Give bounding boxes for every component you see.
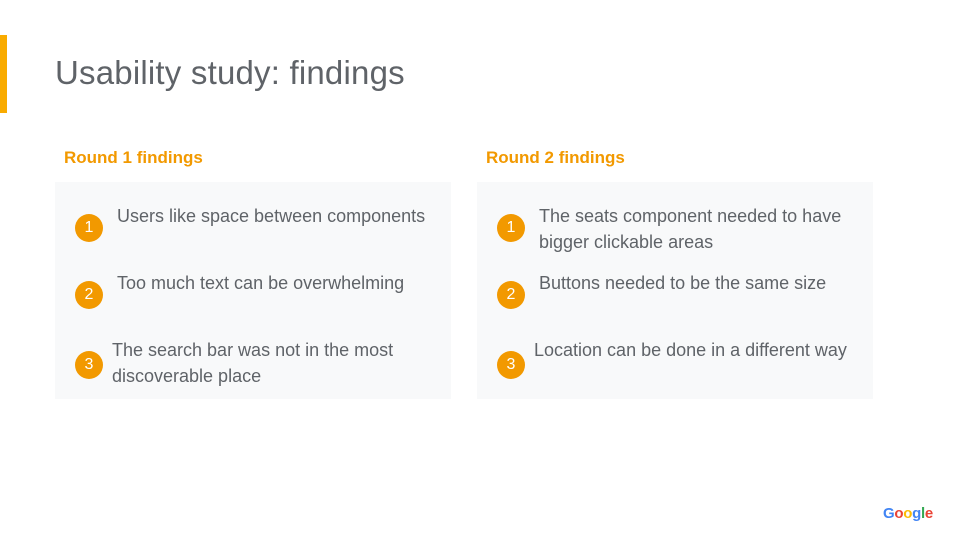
number-badge: 1 (497, 214, 525, 242)
number-badge: 3 (75, 351, 103, 379)
finding-text: The search bar was not in the most disco… (112, 340, 394, 386)
round-1-panel: 1 Users like space between components 2 … (55, 182, 451, 399)
logo-letter: g (912, 505, 921, 522)
finding-text: The seats component needed to have bigge… (539, 206, 842, 252)
logo-letter: o (903, 505, 913, 522)
round-2-column: Round 2 findings 1 The seats component n… (477, 148, 873, 399)
logo-letter: o (894, 505, 904, 522)
round-2-panel: 1 The seats component needed to have big… (477, 182, 873, 399)
number-badge: 3 (497, 351, 525, 379)
logo-letter: G (883, 505, 895, 522)
finding-text: Users like space between components (117, 206, 426, 226)
logo-letter: e (924, 505, 933, 522)
accent-bar (0, 35, 7, 113)
round-2-heading: Round 2 findings (486, 148, 625, 167)
number-badge: 1 (75, 214, 103, 242)
number-badge: 2 (497, 281, 525, 309)
number-badge: 2 (75, 281, 103, 309)
finding-text: Buttons needed to be the same size (539, 273, 827, 293)
slide-title: Usability study: findings (55, 54, 405, 91)
finding-text: Too much text can be overwhelming (117, 273, 405, 293)
finding-text: Location can be done in a different way (534, 340, 847, 360)
google-logo: Google (883, 505, 933, 522)
round-1-column: Round 1 findings 1 Users like space betw… (55, 148, 451, 399)
round-1-heading: Round 1 findings (64, 148, 203, 167)
